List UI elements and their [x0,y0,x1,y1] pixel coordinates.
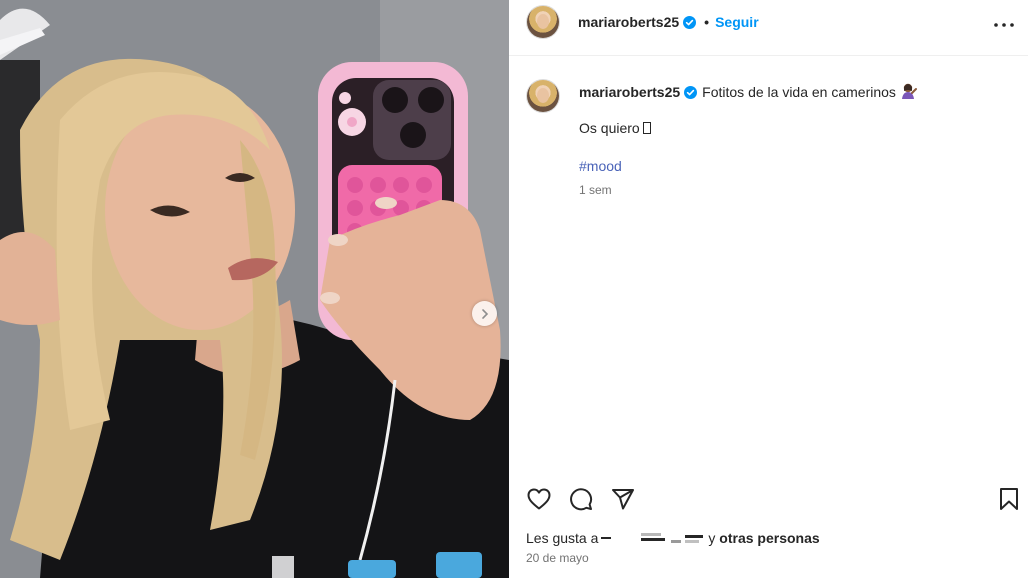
follow-button[interactable]: Seguir [715,14,759,30]
verified-badge-icon [684,86,698,102]
woman-tipping-hand-emoji-icon [900,82,918,103]
hashtag-link[interactable]: #mood [579,158,622,174]
post-photo [0,0,509,578]
post-details-panel: mariaroberts25 • Seguir mariaroberts25 Foti… [509,0,1028,578]
likes-others-link[interactable]: otras personas [719,530,819,546]
likes-summary: Les gusta a y otras personas [526,530,820,548]
caption-text: Fotitos de la vida en camerinos [702,84,896,100]
header-user-row: mariaroberts25 • Seguir [578,14,759,34]
comment-icon[interactable] [567,485,595,513]
heart-icon[interactable] [525,485,553,513]
caption-line-2: Os quiero [579,120,651,136]
post-date: 20 de mayo [526,551,589,565]
post-header: mariaroberts25 • Seguir [509,0,1028,56]
chevron-right-icon [481,308,488,319]
caption-avatar[interactable] [527,80,559,112]
username[interactable]: mariaroberts25 [578,14,679,30]
action-bar [509,485,1028,513]
post-media[interactable] [0,0,509,578]
avatar[interactable] [527,6,559,38]
bookmark-icon[interactable] [995,485,1023,513]
missing-glyph-icon [642,122,651,134]
redacted-username [601,531,705,548]
likes-prefix: Les gusta a [526,530,599,546]
caption-line-2-text: Os quiero [579,120,640,136]
likes-joiner: y [708,530,716,546]
next-photo-button[interactable] [472,301,497,326]
verified-badge-icon [683,16,697,34]
separator-dot: • [704,14,710,30]
caption-row: mariaroberts25 Fotitos de la vida en came… [579,82,918,103]
more-options-icon[interactable] [992,13,1016,37]
paper-plane-icon[interactable] [609,485,637,513]
caption-username[interactable]: mariaroberts25 [579,84,680,100]
relative-time: 1 sem [579,183,612,197]
